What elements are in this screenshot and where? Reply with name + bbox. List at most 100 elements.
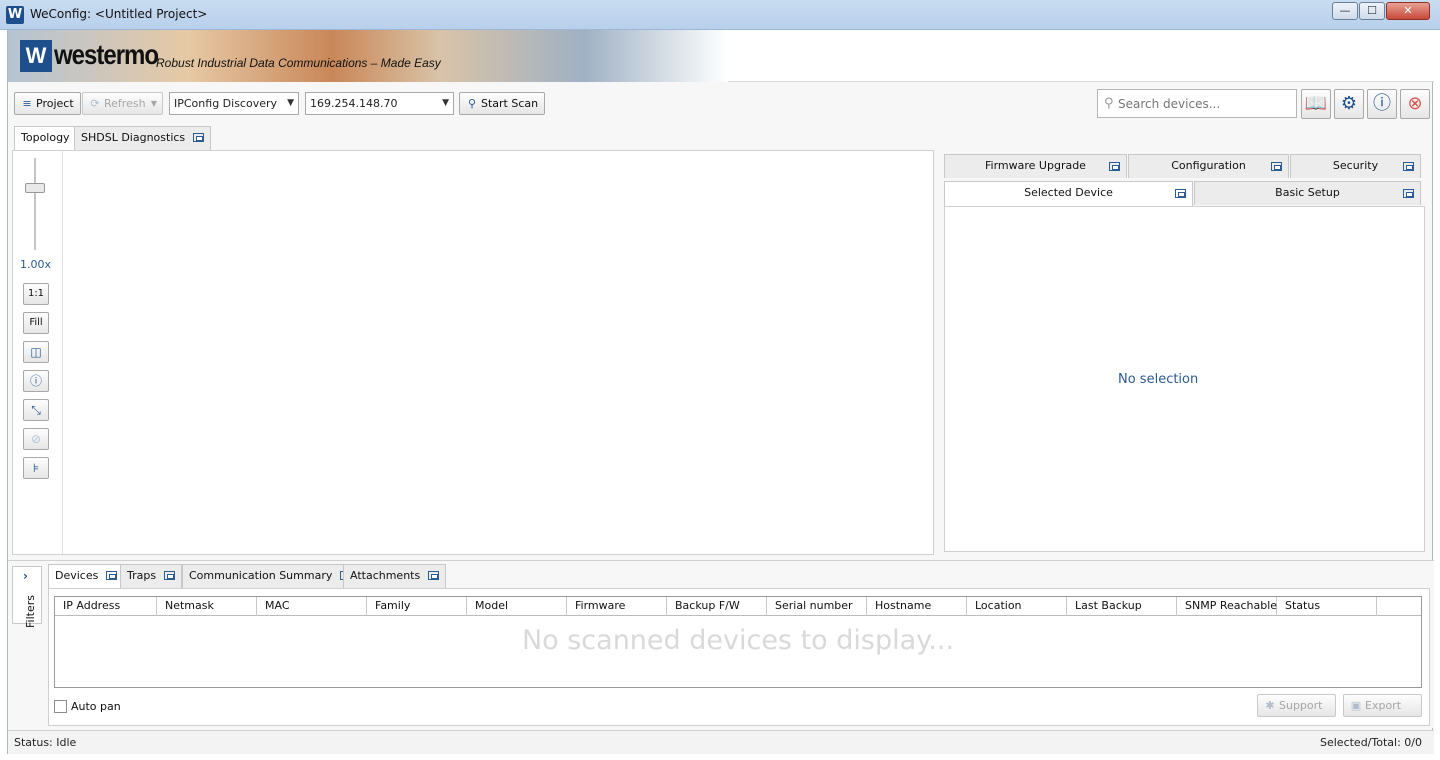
unlink-button[interactable]: ⊘ xyxy=(23,428,49,450)
column-backup-fw[interactable]: Backup F/W xyxy=(667,597,767,616)
zoom-slider-thumb[interactable] xyxy=(25,183,45,193)
settings-button[interactable]: ⚙ xyxy=(1334,89,1364,119)
auto-pan-checkbox[interactable] xyxy=(54,700,67,713)
project-button-label: Project xyxy=(36,97,74,110)
tab-topology[interactable]: Topology xyxy=(14,126,77,151)
topology-link-icon: ⤡ xyxy=(31,403,41,417)
title-bar: W WeConfig: <Untitled Project> — ☐ ✕ xyxy=(0,0,1440,30)
undock-icon[interactable] xyxy=(193,133,205,142)
manual-icon: 📖 xyxy=(1304,93,1328,114)
selection-count: Selected/Total: 0/0 xyxy=(1320,736,1422,749)
app-icon: W xyxy=(6,6,24,24)
ip-address-value: 169.254.148.70 xyxy=(310,97,398,110)
layout-button[interactable]: ◫ xyxy=(23,341,49,363)
start-scan-button[interactable]: ⚲ Start Scan xyxy=(459,92,546,115)
tab-configuration[interactable]: Configuration xyxy=(1128,154,1289,178)
tab-configuration-label: Configuration xyxy=(1171,159,1246,172)
refresh-button[interactable]: ⟳ Refresh ▼ xyxy=(82,92,163,115)
maximize-button[interactable]: ☐ xyxy=(1359,2,1385,20)
tab-attachments[interactable]: Attachments xyxy=(343,564,447,588)
chevron-right-icon: › xyxy=(23,569,28,583)
column-model[interactable]: Model xyxy=(467,597,567,616)
undock-icon[interactable] xyxy=(1109,162,1120,171)
tab-selected-device[interactable]: Selected Device xyxy=(944,181,1193,206)
discovery-method-select[interactable]: IPConfig Discovery ▼ xyxy=(169,92,299,115)
device-search[interactable]: ⚲ xyxy=(1097,89,1297,118)
manual-button[interactable]: 📖 xyxy=(1301,89,1331,119)
westermo-logo-text: westermo xyxy=(54,39,159,71)
tab-security-label: Security xyxy=(1332,159,1379,172)
undock-icon[interactable] xyxy=(1175,189,1186,198)
undock-icon[interactable] xyxy=(1403,189,1414,198)
refresh-button-label: Refresh xyxy=(104,97,146,110)
zoom-fill-button[interactable]: Fill xyxy=(23,312,49,334)
tab-traps[interactable]: Traps xyxy=(120,564,183,588)
no-selection-text: No selection xyxy=(1118,372,1199,387)
auto-pan-label: Auto pan xyxy=(71,700,121,713)
column-serial-number[interactable]: Serial number xyxy=(767,597,867,616)
window-title: WeConfig: <Untitled Project> xyxy=(30,7,208,21)
chevron-down-icon: ▼ xyxy=(442,98,449,108)
banner-tagline: Robust Industrial Data Communications – … xyxy=(156,56,441,70)
column-mac[interactable]: MAC xyxy=(257,597,367,616)
filters-toggle[interactable]: › Filters xyxy=(12,566,42,628)
status-bar: Status: Idle Selected/Total: 0/0 xyxy=(8,730,1434,754)
close-window-button[interactable]: ✕ xyxy=(1386,2,1430,20)
column-snmp-reachable[interactable]: SNMP Reachable xyxy=(1177,597,1277,616)
start-scan-label: Start Scan xyxy=(481,97,539,110)
tab-devices[interactable]: Devices xyxy=(48,564,125,589)
tab-shdsl-diagnostics[interactable]: SHDSL Diagnostics xyxy=(74,126,212,150)
project-button[interactable]: ≡ Project xyxy=(14,92,81,115)
discovery-method-value: IPConfig Discovery xyxy=(174,97,278,110)
align-icon: ⊧ xyxy=(32,461,40,475)
support-button[interactable]: ✱ Support xyxy=(1257,694,1336,717)
topology-canvas[interactable] xyxy=(62,151,933,554)
tab-traps-label: Traps xyxy=(127,569,157,582)
tab-firmware-upgrade[interactable]: Firmware Upgrade xyxy=(944,154,1127,178)
undock-icon[interactable] xyxy=(106,571,118,580)
column-family[interactable]: Family xyxy=(367,597,467,616)
column-ip-address[interactable]: IP Address xyxy=(55,597,157,616)
tab-topology-label: Topology xyxy=(21,131,70,144)
status-text: Status: Idle xyxy=(14,736,77,749)
app-frame: W westermo Robust Industrial Data Commun… xyxy=(7,30,1434,754)
layout-icon: ◫ xyxy=(30,345,42,359)
exit-button[interactable]: ⊗ xyxy=(1400,89,1430,119)
export-button[interactable]: ▣ Export xyxy=(1343,694,1422,717)
search-icon: ⚲ xyxy=(467,97,477,110)
tab-security[interactable]: Security xyxy=(1290,154,1421,178)
tab-firmware-label: Firmware Upgrade xyxy=(985,159,1086,172)
gear-icon: ⚙ xyxy=(1340,93,1358,114)
column-last-backup[interactable]: Last Backup xyxy=(1067,597,1177,616)
column-location[interactable]: Location xyxy=(967,597,1067,616)
tab-selected-device-label: Selected Device xyxy=(1024,186,1113,199)
undock-icon[interactable] xyxy=(164,571,176,580)
exit-icon: ⊗ xyxy=(1407,93,1423,114)
undock-icon[interactable] xyxy=(1403,162,1414,171)
zoom-slider-track[interactable] xyxy=(34,158,36,250)
about-button[interactable]: ⓘ xyxy=(1367,89,1397,119)
undock-icon[interactable] xyxy=(1271,162,1282,171)
tab-communication-summary[interactable]: Communication Summary xyxy=(182,564,359,588)
device-info-button[interactable]: ⓘ xyxy=(23,370,49,392)
column-netmask[interactable]: Netmask xyxy=(157,597,257,616)
align-button[interactable]: ⊧ xyxy=(23,457,49,479)
devices-table-header: IP Address Netmask MAC Family Model Firm… xyxy=(55,597,1421,616)
minimize-button[interactable]: — xyxy=(1332,2,1358,20)
westermo-logo-mark: W xyxy=(20,40,52,72)
column-firmware[interactable]: Firmware xyxy=(567,597,667,616)
devices-table[interactable]: IP Address Netmask MAC Family Model Firm… xyxy=(54,596,1422,688)
column-hostname[interactable]: Hostname xyxy=(867,597,967,616)
link-icon: ⊘ xyxy=(30,432,42,446)
connect-button[interactable]: ⤡ xyxy=(23,399,49,421)
column-status[interactable]: Status xyxy=(1277,597,1377,616)
ip-address-select[interactable]: 169.254.148.70 ▼ xyxy=(305,92,454,115)
search-icon: ⚲ xyxy=(1104,96,1114,111)
undock-icon[interactable] xyxy=(428,571,440,580)
tab-basic-setup[interactable]: Basic Setup xyxy=(1194,181,1421,205)
zoom-1-1-button[interactable]: 1:1 xyxy=(23,283,49,305)
support-button-label: Support xyxy=(1279,699,1323,712)
search-input[interactable] xyxy=(1118,94,1292,114)
empty-table-message: No scanned devices to display... xyxy=(521,625,955,656)
info-icon: ⓘ xyxy=(1373,93,1391,114)
